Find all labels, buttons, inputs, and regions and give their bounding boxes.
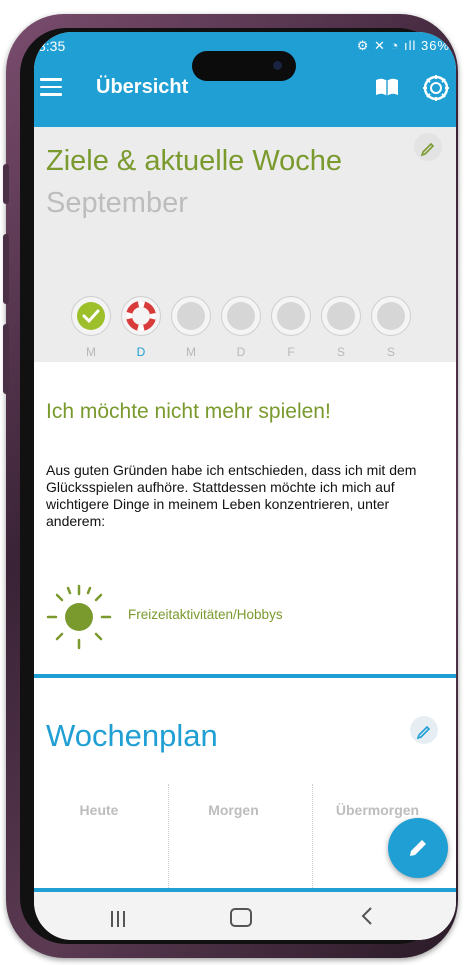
day-label: D [236,345,246,359]
day-tuesday[interactable]: D [120,296,162,359]
lifebuoy-icon [126,301,156,331]
pencil-icon [416,725,431,740]
camera-notch [192,51,296,81]
day-thursday[interactable]: D [220,296,262,359]
battery-level: 36% [420,38,450,53]
empty-dot [227,302,255,330]
column-tomorrow[interactable]: Morgen [168,784,298,888]
edit-goals-button[interactable] [414,133,442,161]
day-label: M [186,345,196,359]
month-label: September [46,187,188,219]
hobby-label: Freizeitaktivitäten/Hobbys [128,607,283,622]
system-nav-bar [34,892,456,940]
page-title: Übersicht [96,76,189,98]
status-glyphs: ⚙ ✕ ◔ ıll [356,38,421,53]
statement-heading: Ich möchte nicht mehr spielen! [46,400,331,423]
pencil-icon [420,142,435,157]
side-button [3,164,9,204]
status-time: 3:35 [38,38,66,54]
recent-apps-icon[interactable] [110,910,126,928]
home-icon[interactable] [230,908,252,927]
day-label: S [336,345,345,359]
day-ring [371,296,411,336]
menu-icon[interactable] [40,78,62,96]
side-button [3,324,9,394]
sun-icon [46,584,112,650]
day-ring [71,296,111,336]
day-label: S [386,345,395,359]
day-ring [321,296,361,336]
day-ring [171,296,211,336]
edit-weekplan-button[interactable] [410,716,438,744]
day-label: F [287,345,295,359]
status-icons: ⚙ ✕ ◔ ıll 36% [357,38,450,54]
goals-card: Ziele & aktuelle Woche September M D M D… [34,127,456,362]
day-ring [221,296,261,336]
day-saturday[interactable]: S [320,296,362,359]
empty-dot [277,302,305,330]
day-monday[interactable]: M [70,296,112,359]
day-sunday[interactable]: S [370,296,412,359]
edit-fab-button[interactable] [388,818,448,878]
book-icon[interactable] [374,76,400,98]
app-bar: 3:35 ⚙ ✕ ◔ ıll 36% Übersicht [34,32,456,127]
day-wednesday[interactable]: M [170,296,212,359]
goals-title: Ziele & aktuelle Woche [46,145,343,177]
column-today[interactable]: Heute [34,784,164,888]
day-ring [121,296,161,336]
check-icon [77,302,105,330]
day-label: D [136,345,146,359]
empty-dot [177,302,205,330]
day-friday[interactable]: F [270,296,312,359]
weekplan-title: Wochenplan [46,718,218,753]
empty-dot [327,302,355,330]
empty-dot [377,302,405,330]
day-ring [271,296,311,336]
statement-section: Ich möchte nicht mehr spielen! Aus guten… [34,362,456,674]
statement-body: Aus guten Gründen habe ich entschieden, … [46,462,417,529]
back-icon[interactable] [360,906,374,926]
screen: 3:35 ⚙ ✕ ◔ ıll 36% Übersicht Ziele & akt… [34,32,456,940]
pencil-icon [410,840,426,856]
day-label: M [86,345,96,359]
side-button [3,234,9,304]
help-wheel-icon[interactable] [422,74,450,102]
